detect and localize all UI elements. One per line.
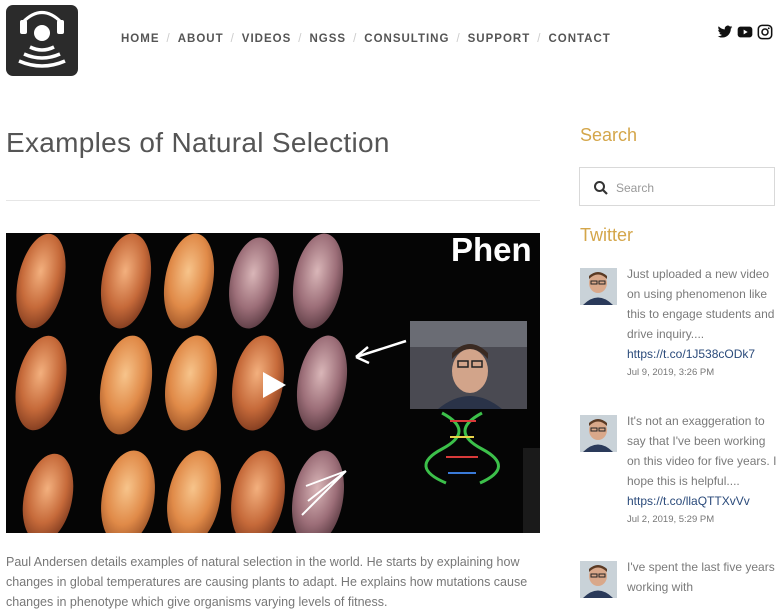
main-nav: HOME / ABOUT / VIDEOS / NGSS / CONSULTING / S…: [121, 33, 611, 45]
search-box: [579, 167, 775, 206]
instagram-icon[interactable]: [757, 24, 773, 40]
nav-contact[interactable]: CONTACT: [548, 33, 610, 45]
nav-separator: /: [298, 33, 303, 45]
video-description: Paul Andersen details examples of natura…: [6, 555, 528, 609]
tweet-text: I've spent the last five years working w…: [627, 560, 775, 594]
search-heading: Search: [580, 125, 638, 145]
social-links: [717, 24, 773, 40]
nav-ngss[interactable]: NGSS: [309, 33, 346, 45]
tweet-text: Just uploaded a new video on using pheno…: [627, 267, 775, 341]
avatar[interactable]: [580, 561, 617, 598]
tweet-link[interactable]: https://t.co/1J538cODk7: [627, 344, 777, 364]
tweet-link[interactable]: https://t.co/llaQTTXvVv: [627, 491, 777, 511]
video-player[interactable]: Phen: [6, 233, 540, 533]
nav-separator: /: [537, 33, 542, 45]
search-icon: [593, 180, 609, 196]
nav-home[interactable]: HOME: [121, 33, 160, 45]
nav-separator: /: [230, 33, 235, 45]
site-logo[interactable]: [6, 5, 78, 76]
twitter-heading: Twitter: [580, 225, 634, 245]
tweet-timestamp[interactable]: Jul 2, 2019, 5:29 PM: [627, 513, 777, 527]
title-divider: [6, 200, 540, 201]
nav-consulting[interactable]: CONSULTING: [364, 33, 449, 45]
avatar[interactable]: [580, 268, 617, 305]
video-overlay-text: Phen: [451, 233, 532, 268]
nav-separator: /: [166, 33, 171, 45]
nav-separator: /: [456, 33, 461, 45]
nav-support[interactable]: SUPPORT: [468, 33, 531, 45]
nav-about[interactable]: ABOUT: [178, 33, 224, 45]
nav-separator: /: [353, 33, 358, 45]
avatar[interactable]: [580, 415, 617, 452]
twitter-icon[interactable]: [717, 24, 733, 40]
tweet-text: It's not an exaggeration to say that I'v…: [627, 414, 777, 488]
youtube-icon[interactable]: [737, 24, 753, 40]
nav-videos[interactable]: VIDEOS: [242, 33, 291, 45]
tweet-timestamp[interactable]: Jul 9, 2019, 3:26 PM: [627, 366, 777, 380]
play-icon[interactable]: [259, 370, 289, 400]
page-title: Examples of Natural Selection: [6, 127, 390, 158]
search-input[interactable]: [614, 176, 768, 200]
